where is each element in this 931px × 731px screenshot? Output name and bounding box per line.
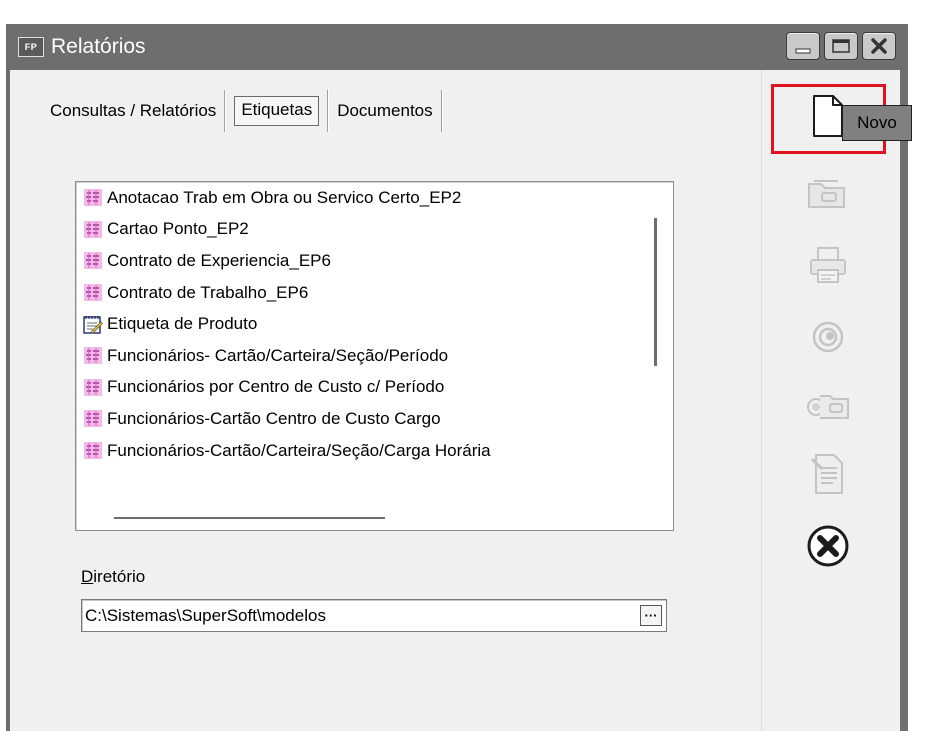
tab-etiquetas[interactable]: Etiquetas: [226, 90, 327, 132]
label-report-icon: [84, 347, 102, 365]
label-report-icon: [84, 252, 102, 270]
label-report-icon: [84, 442, 102, 460]
new-document-icon: [813, 95, 843, 137]
label-report-icon: [84, 220, 102, 238]
tab-label: Documentos: [337, 101, 433, 120]
list-item-label: Funcionários-Cartão Centro de Custo Carg…: [107, 408, 441, 428]
list-item-label: Funcionários- Cartão/Carteira/Seção/Perí…: [107, 345, 449, 365]
list-item[interactable]: Funcionários por Centro de Custo c/ Perí…: [76, 372, 673, 404]
app-logo-icon: FP: [18, 37, 44, 57]
label-report-icon: [84, 189, 102, 207]
label-report-icon: [84, 410, 102, 428]
label-report-icon: [84, 284, 102, 302]
maximize-icon: [832, 39, 850, 53]
browse-directory-button[interactable]: ···: [640, 605, 662, 626]
tab-label: Etiquetas: [234, 96, 320, 126]
window-client-area: Consultas / Relatórios Etiquetas Documen…: [10, 70, 900, 731]
ellipsis-icon: ···: [644, 608, 658, 623]
print-button[interactable]: [782, 233, 874, 297]
list-item-label: Contrato de Experiencia_EP6: [107, 250, 331, 270]
minimize-icon: [795, 48, 811, 54]
preview-folder-icon: [807, 395, 849, 419]
open-folder-icon: [808, 180, 845, 208]
tab-strip: Consultas / Relatórios Etiquetas Documen…: [42, 90, 443, 132]
minimize-button[interactable]: [786, 32, 820, 60]
list-item[interactable]: Contrato de Trabalho_EP6: [76, 277, 673, 309]
list-item-label: Etiqueta de Produto: [107, 314, 258, 334]
tooltip-novo: Novo: [842, 105, 912, 141]
eye-icon: [812, 321, 844, 353]
main-panel: Consultas / Relatórios Etiquetas Documen…: [10, 70, 761, 731]
report-window: FP Relatórios Consultas / Relatórios Eti…: [6, 24, 908, 731]
list-item[interactable]: Contrato de Experiencia_EP6: [76, 245, 673, 277]
close-button[interactable]: [782, 514, 874, 578]
label-list[interactable]: Anotacao Trab em Obra ou Servico Certo_E…: [75, 181, 674, 531]
tab-label: Consultas / Relatórios: [50, 101, 217, 120]
list-item-label: Contrato de Trabalho_EP6: [107, 282, 309, 302]
notepad-icon: [83, 315, 103, 334]
list-item-label: Funcionários-Cartão/Carteira/Seção/Carga…: [107, 440, 491, 460]
list-item[interactable]: Funcionários- Cartão/Carteira/Seção/Perí…: [76, 340, 673, 372]
directory-label: Diretório: [81, 567, 146, 586]
list-item-label: Cartao Ponto_EP2: [107, 219, 249, 239]
report-document-icon: [810, 454, 843, 494]
vertical-scrollbar-thumb[interactable]: [654, 218, 657, 366]
list-item[interactable]: Funcionários-Cartão Centro de Custo Carg…: [76, 403, 673, 435]
title-bar[interactable]: FP Relatórios: [10, 24, 904, 70]
horizontal-scrollbar-thumb[interactable]: [114, 517, 385, 519]
label-report-icon: [84, 378, 102, 396]
tab-separator: [440, 90, 443, 132]
side-toolbar: [761, 70, 900, 731]
open-button[interactable]: [782, 161, 874, 225]
report-button[interactable]: [782, 442, 874, 506]
tab-documentos[interactable]: Documentos: [329, 90, 440, 132]
directory-input[interactable]: C:\Sistemas\SuperSoft\modelos ···: [81, 599, 667, 632]
close-circle-icon: [807, 525, 849, 567]
close-window-button[interactable]: [862, 32, 896, 60]
maximize-button[interactable]: [824, 32, 858, 60]
tab-consultas-relatorios[interactable]: Consultas / Relatórios: [42, 90, 224, 132]
printer-icon: [810, 247, 846, 283]
list-item[interactable]: Cartao Ponto_EP2: [76, 214, 673, 246]
list-item[interactable]: Anotacao Trab em Obra ou Servico Certo_E…: [76, 182, 673, 214]
list-item-label: Anotacao Trab em Obra ou Servico Certo_E…: [107, 187, 462, 207]
directory-value: C:\Sistemas\SuperSoft\modelos: [85, 605, 326, 625]
preview-button[interactable]: [782, 373, 874, 437]
close-icon: [871, 38, 887, 54]
list-item-label: Funcionários por Centro de Custo c/ Perí…: [107, 377, 445, 397]
view-button[interactable]: [782, 305, 874, 369]
window-title: Relatórios: [51, 35, 146, 58]
list-item[interactable]: Funcionários-Cartão/Carteira/Seção/Carga…: [76, 435, 673, 467]
list-item[interactable]: Etiqueta de Produto: [76, 308, 673, 340]
